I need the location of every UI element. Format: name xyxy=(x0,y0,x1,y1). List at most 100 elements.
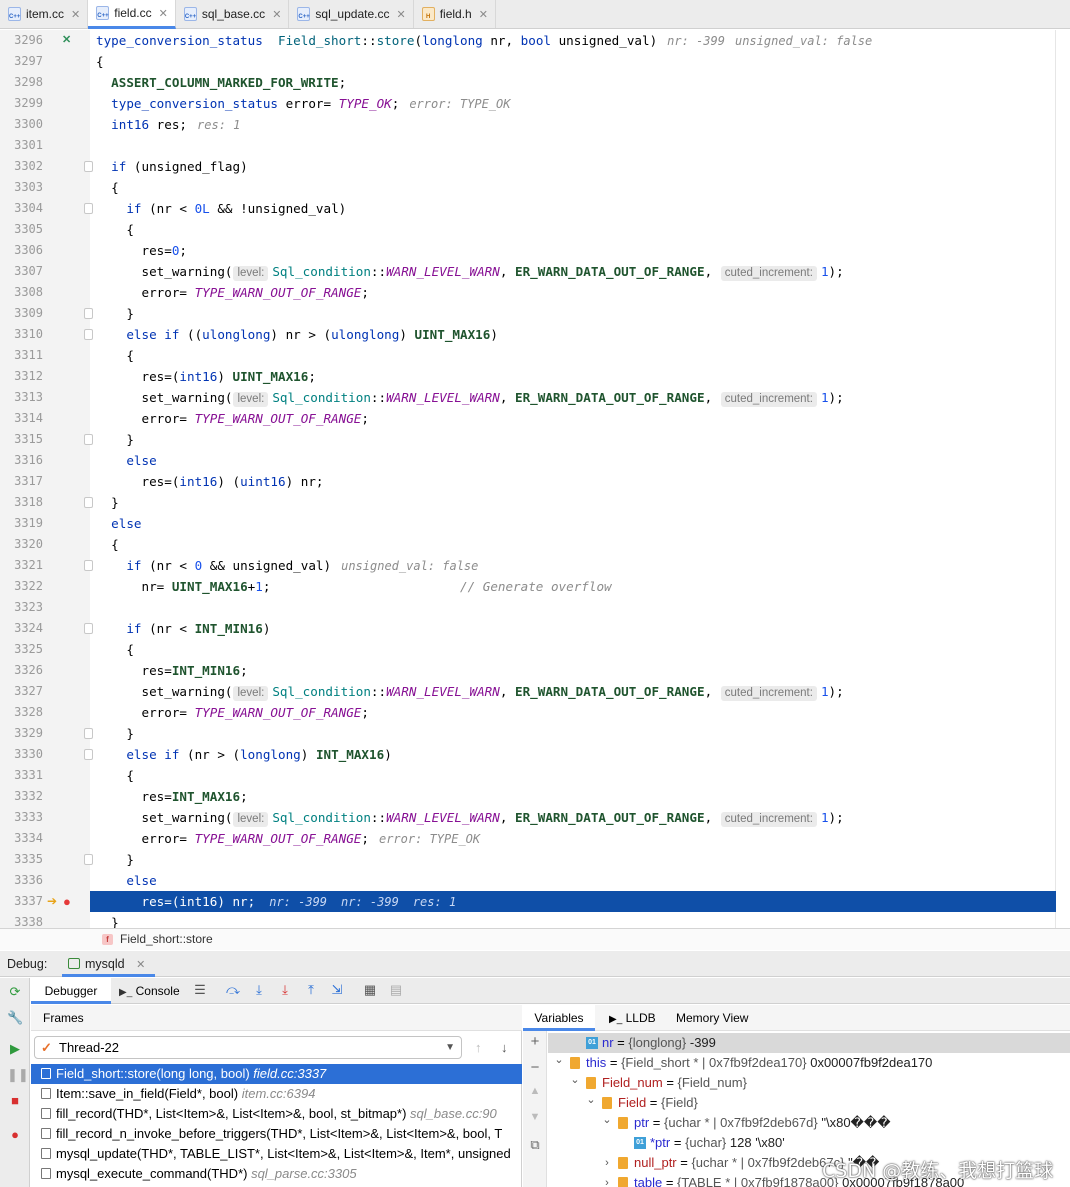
code-line[interactable]: } xyxy=(0,723,1056,744)
tab-lldb[interactable]: ▶_ LLDB xyxy=(609,1005,656,1033)
code-line[interactable]: res=(int16) (uint16) nr; xyxy=(0,471,1056,492)
breadcrumb[interactable]: f Field_short::store xyxy=(0,928,1070,950)
code-line[interactable]: res=(int16) nr; nr: -399 nr: -399 res: 1 xyxy=(90,891,1056,912)
tab-memory-view[interactable]: Memory View xyxy=(676,1005,748,1031)
code-line[interactable]: if (nr < 0L && !unsigned_val) xyxy=(0,198,1056,219)
code-line[interactable]: { xyxy=(0,765,1056,786)
close-icon[interactable]: ✕ xyxy=(479,8,488,21)
expand-open-icon[interactable]: ⌄ xyxy=(554,1050,564,1070)
code-line[interactable]: { xyxy=(0,219,1056,240)
tab-item-cc[interactable]: C++ item.cc ✕ xyxy=(0,0,89,28)
run-to-cursor-icon[interactable]: ⇲ xyxy=(329,982,345,998)
expand-open-icon[interactable]: ⌄ xyxy=(586,1090,596,1110)
code-line[interactable]: } xyxy=(0,492,1056,513)
evaluate-expression-icon[interactable]: ▦ xyxy=(362,982,378,998)
copy-icon[interactable]: ⧉ xyxy=(528,1137,542,1153)
restore-layout-icon[interactable]: ▤ xyxy=(388,982,404,998)
expand-closed-icon[interactable]: › xyxy=(602,1153,612,1173)
arrow-up-icon[interactable]: ↑ xyxy=(475,1040,482,1055)
variable-row[interactable]: ⌄ Field_num = {Field_num} xyxy=(548,1073,1070,1093)
view-breakpoints-icon[interactable]: ● xyxy=(7,1127,23,1143)
code-line[interactable]: nr= UINT_MAX16+1; // Generate overflow xyxy=(0,576,1056,597)
arrow-down-icon[interactable]: ↓ xyxy=(501,1040,508,1055)
code-line[interactable]: error= TYPE_WARN_OUT_OF_RANGE; xyxy=(0,408,1056,429)
frame-item[interactable]: Item::save_in_field(Field*, bool) item.c… xyxy=(31,1084,522,1104)
code-line[interactable] xyxy=(0,597,1056,618)
code-line[interactable]: } xyxy=(0,912,1056,928)
code-line[interactable]: set_warning(level: Sql_condition::WARN_LE… xyxy=(0,261,1056,282)
code-line[interactable]: int16 res; res: 1 xyxy=(0,114,1056,135)
frame-item[interactable]: fill_record(THD*, List<Item>&, List<Item… xyxy=(31,1104,522,1124)
layout-menu-icon[interactable]: ☰ xyxy=(192,982,208,998)
code-line[interactable]: error= TYPE_WARN_OUT_OF_RANGE; xyxy=(0,702,1056,723)
code-line[interactable]: set_warning(level: Sql_condition::WARN_LE… xyxy=(0,387,1056,408)
force-step-into-icon[interactable]: ⤓ xyxy=(277,982,293,998)
frame-item[interactable]: Field_short::store(long long, bool) fiel… xyxy=(31,1064,522,1084)
code-line[interactable]: else if (nr > (longlong) INT_MAX16) xyxy=(0,744,1056,765)
rerun-icon[interactable]: ⟳ xyxy=(7,984,23,1000)
tab-field-cc[interactable]: C++ field.cc ✕ xyxy=(88,0,176,29)
resume-icon[interactable]: ▶ xyxy=(7,1041,23,1057)
code-line[interactable]: { xyxy=(0,345,1056,366)
code-line[interactable]: type_conversion_status error= TYPE_OK; er… xyxy=(0,93,1056,114)
remove-watch-icon[interactable]: − xyxy=(528,1059,542,1076)
code-line[interactable]: res=INT_MIN16; xyxy=(0,660,1056,681)
tab-variables[interactable]: Variables xyxy=(523,1005,595,1031)
code-line[interactable]: } xyxy=(0,849,1056,870)
expand-open-icon[interactable]: ⌄ xyxy=(602,1110,612,1130)
code-line[interactable]: set_warning(level: Sql_condition::WARN_LE… xyxy=(0,681,1056,702)
tab-field-h[interactable]: Hfield.h ✕ xyxy=(414,0,496,28)
tab-console[interactable]: ▶_ Console xyxy=(119,978,199,1004)
move-down-icon[interactable]: ▼ xyxy=(528,1111,542,1123)
tab-debugger[interactable]: Debugger xyxy=(31,978,111,1004)
tab-sql_base-cc[interactable]: C++ sql_base.cc ✕ xyxy=(176,0,290,28)
code-line[interactable]: { xyxy=(0,534,1056,555)
code-line[interactable]: if (nr < 0 && unsigned_val) unsigned_val:… xyxy=(0,555,1056,576)
code-line[interactable]: else xyxy=(0,450,1056,471)
close-icon[interactable]: ✕ xyxy=(71,8,80,21)
settings-wrench-icon[interactable]: 🔧 xyxy=(7,1010,23,1026)
move-up-icon[interactable]: ▲ xyxy=(528,1085,542,1097)
code-line[interactable]: else xyxy=(0,870,1056,891)
close-icon[interactable]: ✕ xyxy=(136,959,145,971)
add-watch-icon[interactable]: + xyxy=(528,1033,542,1050)
variable-row[interactable]: ⌄ this = {Field_short * | 0x7fb9f2dea170}… xyxy=(548,1053,1070,1073)
code-line[interactable]: res=(int16) UINT_MAX16; xyxy=(0,366,1056,387)
step-over-icon[interactable]: ⤼ xyxy=(225,982,241,998)
pause-icon[interactable]: ❚❚ xyxy=(7,1067,29,1083)
code-line[interactable]: error= TYPE_WARN_OUT_OF_RANGE; xyxy=(0,282,1056,303)
expand-open-icon[interactable]: ⌄ xyxy=(570,1070,580,1090)
tab-sql_update-cc[interactable]: C++ sql_update.cc ✕ xyxy=(289,0,414,28)
frame-item[interactable]: fill_record_n_invoke_before_triggers(THD… xyxy=(31,1124,522,1144)
frame-item[interactable]: mysql_execute_command(THD*) sql_parse.cc… xyxy=(31,1164,522,1184)
close-icon[interactable]: ✕ xyxy=(272,8,281,21)
thread-selector[interactable]: ✓ Thread-22 ▼ xyxy=(34,1036,462,1059)
code-line[interactable]: { xyxy=(0,177,1056,198)
step-out-icon[interactable]: ⤒ xyxy=(303,982,319,998)
step-into-icon[interactable]: ⤓ xyxy=(251,982,267,998)
debug-session-tab[interactable]: mysqld ✕ xyxy=(62,951,156,977)
close-icon[interactable]: ✕ xyxy=(396,8,405,21)
breadcrumb-function[interactable]: Field_short::store xyxy=(120,929,213,950)
code-line[interactable]: { xyxy=(0,639,1056,660)
code-line[interactable]: error= TYPE_WARN_OUT_OF_RANGE; error: TYP… xyxy=(0,828,1056,849)
code-line[interactable]: if (nr < INT_MIN16) xyxy=(0,618,1056,639)
code-line[interactable]: res=0; xyxy=(0,240,1056,261)
code-editor[interactable]: 3296 ✕ type_conversion_status Field_short:… xyxy=(0,30,1070,928)
variable-row[interactable]: 01 *ptr = {uchar} 128 '\x80' xyxy=(548,1133,1070,1153)
code-line[interactable]: type_conversion_status Field_short::stor… xyxy=(0,30,1056,51)
code-line[interactable]: else if ((ulonglong) nr > (ulonglong) UI… xyxy=(0,324,1056,345)
code-line[interactable]: ASSERT_COLUMN_MARKED_FOR_WRITE; xyxy=(0,72,1056,93)
variable-row[interactable]: ⌄ ptr = {uchar * | 0x7fb9f2deb67d} "\x80�… xyxy=(548,1113,1070,1133)
frame-item[interactable]: mysql_update(THD*, TABLE_LIST*, List<Ite… xyxy=(31,1144,522,1164)
code-line[interactable]: { xyxy=(0,51,1056,72)
breakpoint-icon[interactable]: ● xyxy=(63,891,71,912)
code-line[interactable]: set_warning(level: Sql_condition::WARN_LE… xyxy=(0,807,1056,828)
close-icon[interactable]: ✕ xyxy=(159,7,168,20)
expand-closed-icon[interactable]: › xyxy=(602,1173,612,1187)
variable-row[interactable]: ⌄ Field = {Field} xyxy=(548,1093,1070,1113)
code-line[interactable]: } xyxy=(0,303,1056,324)
code-line[interactable]: } xyxy=(0,429,1056,450)
code-line[interactable]: res=INT_MAX16; xyxy=(0,786,1056,807)
code-line[interactable]: else xyxy=(0,513,1056,534)
